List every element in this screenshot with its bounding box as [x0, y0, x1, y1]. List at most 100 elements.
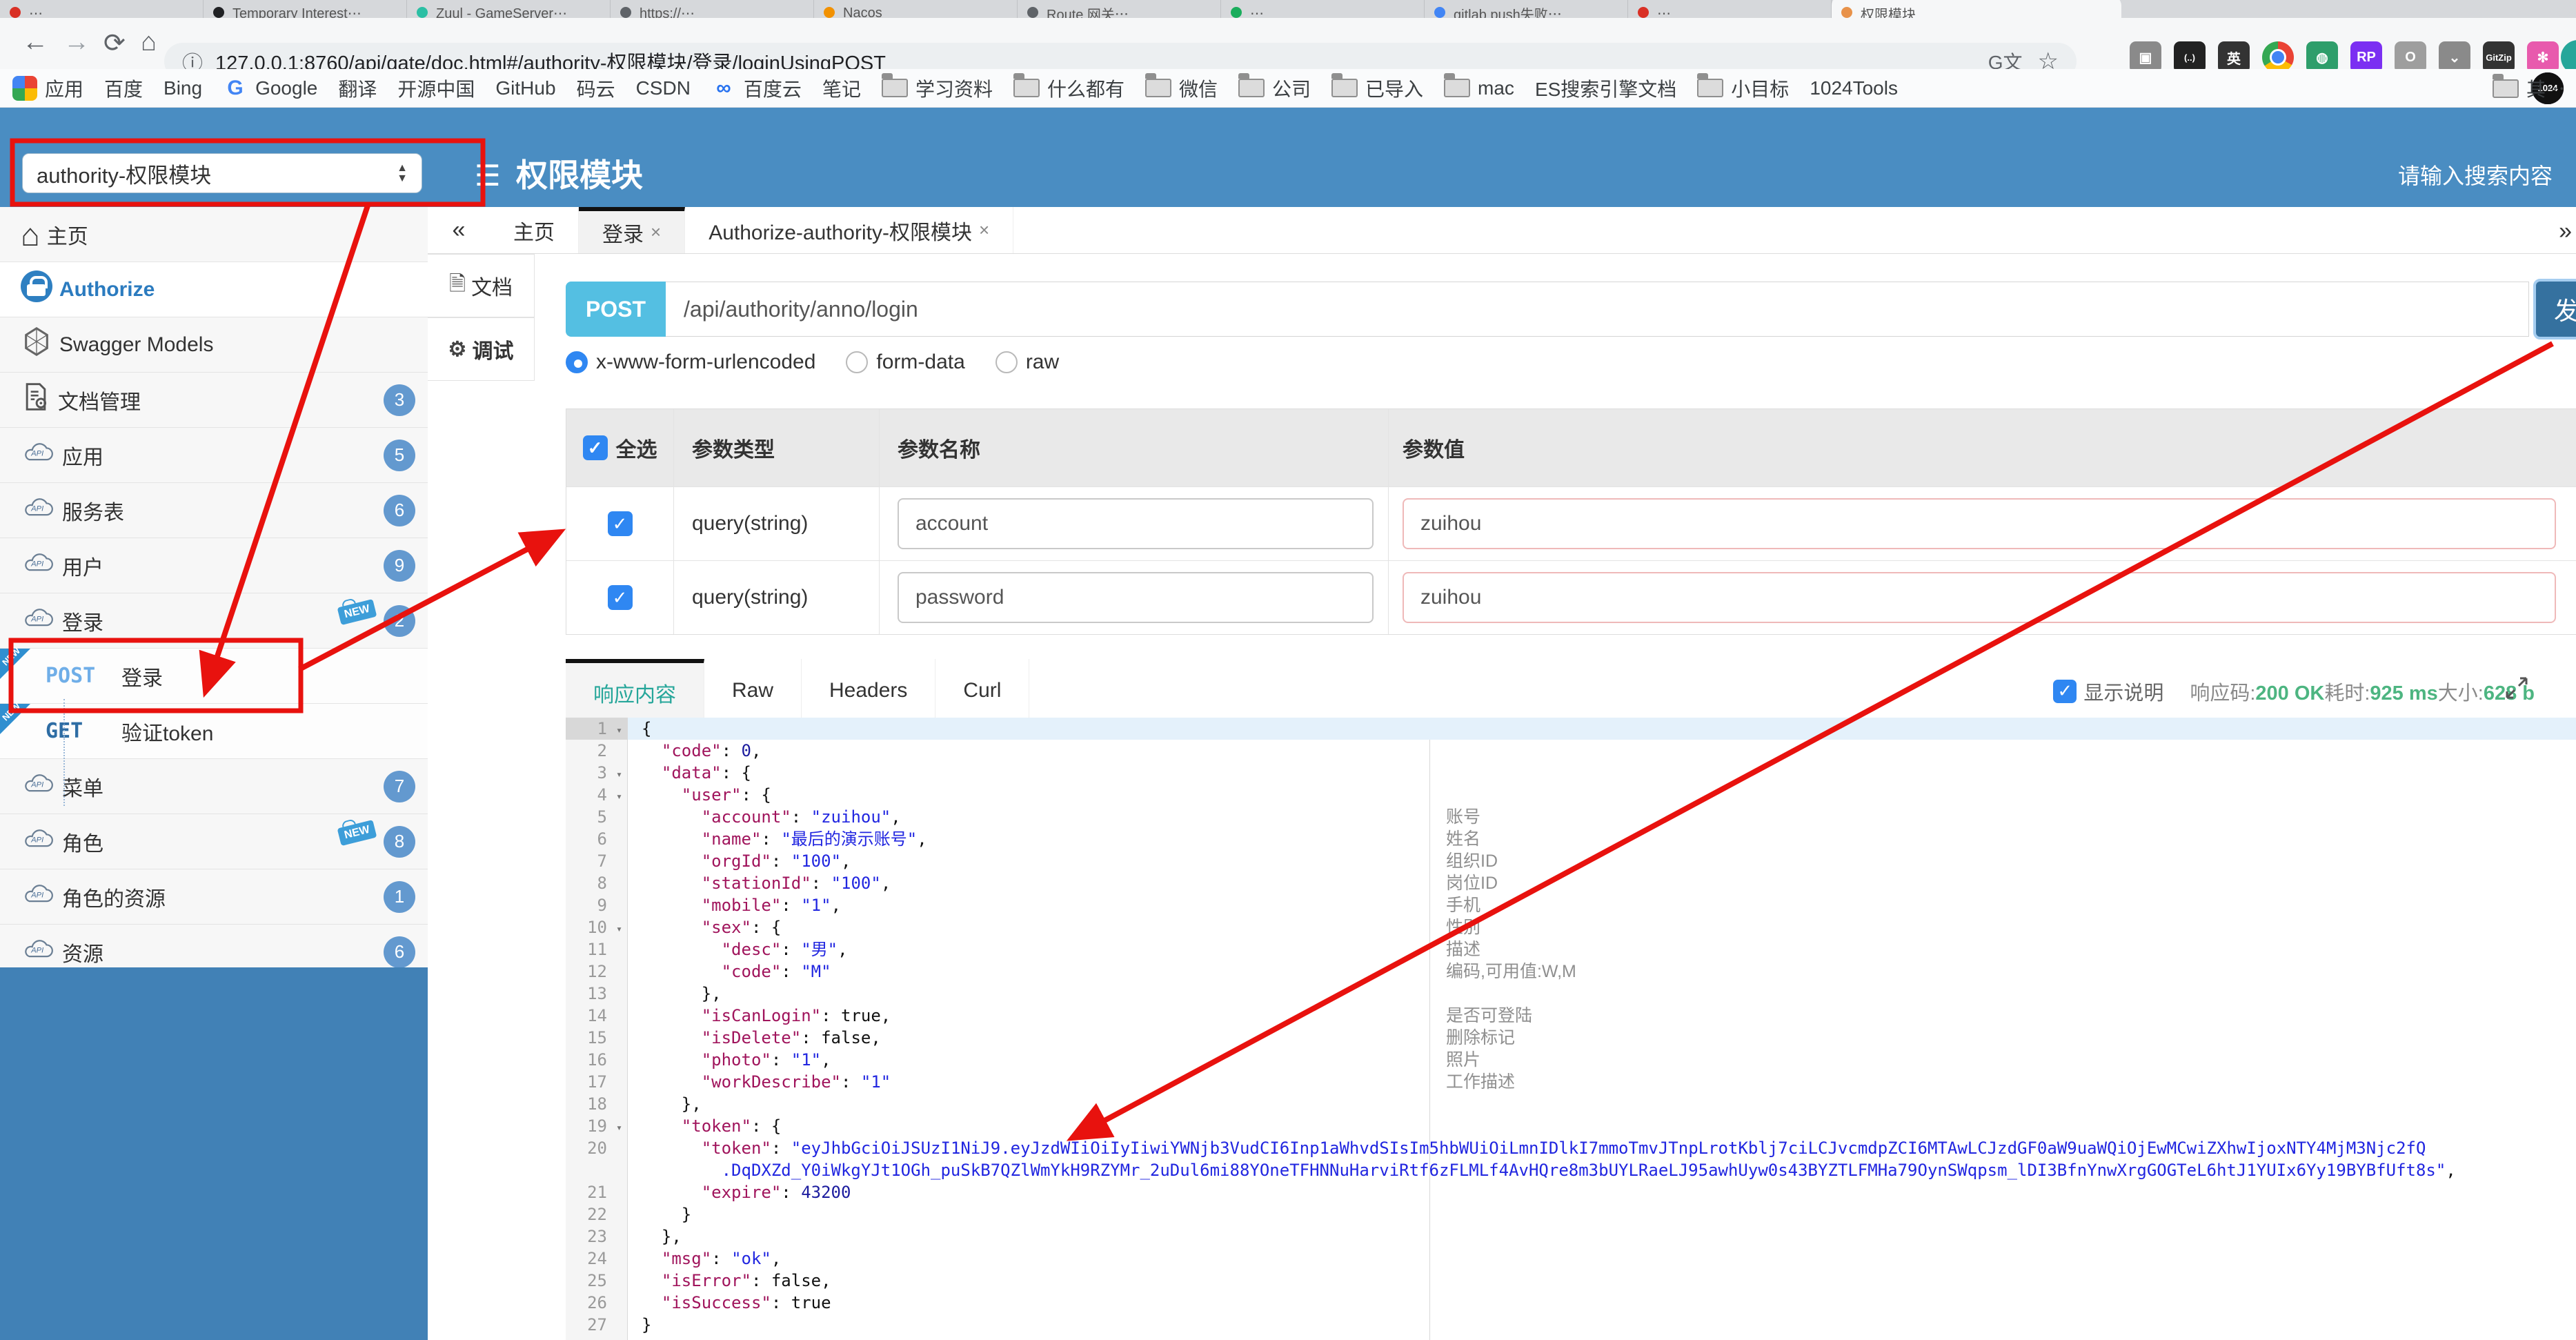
show-desc-checkbox[interactable]: ✓ [2053, 679, 2077, 703]
param-value-input[interactable] [1403, 572, 2556, 623]
row-checkbox[interactable]: ✓ [607, 511, 633, 536]
more-tabs-icon[interactable]: » [2559, 218, 2572, 245]
code-line: 4 ▾ "user": { [566, 784, 2576, 806]
sidebar-item[interactable]: API 角色的资源 1 [0, 869, 428, 925]
sidebar-item[interactable]: Authorize [0, 262, 428, 317]
side-tab-debug[interactable]: ⚙ 调试 [428, 317, 535, 381]
browser-tab-strip[interactable]: ⋯ Temporary Interest⋯ Zuul - GameServer⋯ ht… [0, 0, 2576, 18]
bookmark-item[interactable]: C开源中国 [397, 72, 2564, 104]
response-tab[interactable]: 响应内容 [566, 659, 704, 722]
body-type-option[interactable]: x-www-form-urlencoded [566, 351, 815, 374]
param-name-input[interactable] [898, 572, 1374, 623]
collapse-tabs-icon[interactable]: « [428, 207, 490, 253]
sidebar-item[interactable]: ⌂ 主页 [0, 207, 428, 262]
side-tab-doc[interactable]: 🗎 文档 [428, 254, 535, 317]
close-icon[interactable]: × [651, 221, 661, 243]
param-name-input[interactable] [898, 498, 1374, 549]
sidebar-item[interactable]: API 角色 NEW 8 [0, 814, 428, 869]
bookmark-item[interactable]: 学习资料 [881, 73, 993, 102]
bookmark-overflow[interactable]: 其⋯ [2492, 73, 2565, 102]
browser-tab[interactable]: Nacos [814, 0, 1018, 18]
cloud-icon: API [21, 551, 55, 581]
folder-icon [881, 73, 908, 97]
browser-tab[interactable]: gitlab push失败⋯ [1425, 0, 1628, 18]
bookmark-item[interactable]: 已导入 [1331, 73, 1423, 102]
sidebar-item[interactable]: API 服务表 6 [0, 483, 428, 538]
doc-tab[interactable]: 主页 [490, 207, 579, 253]
code-line: 5 "account": "zuihou", [566, 806, 2576, 828]
bookmark-item[interactable]: ∞ 百度云 [711, 75, 802, 102]
browser-tab[interactable]: ⋯ [0, 0, 204, 18]
sidebar-item[interactable]: Swagger Models [0, 317, 428, 373]
fold-icon[interactable]: ▾ [616, 1116, 622, 1139]
fold-icon[interactable]: ▾ [616, 763, 622, 785]
bookmark-item[interactable]: 什么都有 [1013, 73, 1124, 102]
bookmark-item[interactable]: CCSDN [636, 72, 2564, 104]
response-tabs[interactable]: 响应内容 Raw Headers Curl ✓ 显示说明 响应码:200 OK耗时:9… [566, 659, 2576, 723]
bookmark-item[interactable]: mac [1444, 73, 1514, 99]
tree-guide [63, 699, 65, 806]
param-value-input[interactable] [1403, 498, 2556, 549]
bookmark-item[interactable]: 百百度 [104, 72, 2564, 104]
send-button[interactable]: 发 [2533, 279, 2576, 339]
endpoint-path[interactable]: /api/authority/anno/login [666, 282, 2529, 337]
body-type-option[interactable]: raw [995, 351, 1059, 374]
fold-icon[interactable]: ▾ [616, 719, 622, 741]
bookmark-item[interactable]: GGitHub [495, 72, 2564, 104]
row-checkbox[interactable]: ✓ [607, 585, 633, 610]
header-search-input[interactable]: 请输入搜索内容 [2398, 159, 2553, 190]
tab-favicon [213, 7, 224, 18]
bookmark-item[interactable]: ESES搜索引擎文档 [1535, 72, 2564, 104]
expand-icon[interactable] [2504, 676, 2529, 706]
sidebar-item[interactable]: 文档管理 3 [0, 373, 428, 428]
bookmark-item[interactable]: 应用 [12, 75, 83, 102]
response-tab[interactable]: Raw [704, 659, 802, 722]
body-type-radios[interactable]: x-www-form-urlencoded form-data raw [566, 351, 1059, 374]
fold-icon[interactable]: ▾ [616, 918, 622, 940]
sidebar-op-post[interactable]: NEW POST 登录 [0, 645, 428, 704]
folder-icon [1013, 73, 1040, 97]
bookmark-item[interactable]: bBing [164, 72, 2564, 104]
bookmark-item[interactable]: G Google [223, 76, 317, 101]
browser-tab[interactable]: ⋯ [1221, 0, 1425, 18]
bookmark-item[interactable]: 1024 1024Tools [1810, 72, 2564, 104]
home-icon[interactable]: ⌂ [141, 28, 157, 57]
browser-tab[interactable]: 权限模块 [1832, 0, 2121, 18]
browser-tab[interactable]: Zuul - GameServer⋯ [407, 0, 611, 18]
doc-tab[interactable]: 登录 × [579, 207, 686, 253]
body-type-option[interactable]: form-data [846, 351, 965, 374]
back-icon[interactable]: ← [22, 28, 48, 57]
close-icon[interactable]: × [979, 219, 989, 241]
reload-icon[interactable]: ⟳ [103, 28, 126, 59]
response-tab[interactable]: Headers [802, 659, 936, 722]
sidebar-label: 菜单 [62, 777, 103, 800]
bookmarks-bar[interactable]: 应用百百度bBingG Google 译翻译C开源中国GGitHubG码云CCSDN… [0, 69, 2576, 108]
bookmark-item[interactable]: 译翻译 [338, 72, 2564, 104]
document-tabs[interactable]: « 主页 登录 × Authorize-authority-权限模块 × [428, 207, 2576, 254]
browser-tab[interactable]: https://⋯ [611, 0, 814, 18]
browser-tab[interactable]: Temporary Interest⋯ [204, 0, 407, 18]
forward-icon[interactable]: → [63, 28, 90, 57]
sidebar-item[interactable]: API 登录 NEW 2 [0, 593, 428, 649]
bookmark-item[interactable]: 公司 [1238, 73, 1311, 102]
response-tab[interactable]: Curl [935, 659, 1030, 722]
module-select[interactable]: authority-权限模块 ▲ ▼ [22, 153, 422, 193]
tab-favicon [10, 7, 21, 18]
doc-tab[interactable]: Authorize-authority-权限模块 × [685, 207, 1014, 253]
bookmark-item[interactable]: G码云 [577, 72, 2564, 104]
new-tag: NEW [337, 598, 377, 626]
browser-tab[interactable]: Route 网关⋯ [1018, 0, 1221, 18]
sidebar-item[interactable]: API 应用 5 [0, 428, 428, 483]
fold-icon[interactable]: ▾ [616, 785, 622, 807]
sidebar-item[interactable]: API 用户 9 [0, 538, 428, 593]
doc-debug-tabs[interactable]: 🗎 文档 ⚙ 调试 [428, 254, 535, 668]
bookmark-item[interactable]: ✎笔记 [822, 72, 2564, 104]
bookmark-item[interactable]: 小目标 [1697, 73, 1790, 102]
param-row: ✓ query(string) [566, 486, 2576, 560]
menu-icon[interactable]: ☰ [475, 159, 508, 193]
browser-tab[interactable]: ⋯ [1628, 0, 1832, 18]
folder-icon [1444, 73, 1471, 97]
select-all-checkbox[interactable]: ✓ [582, 435, 608, 460]
bookmark-item[interactable]: 微信 [1145, 73, 1218, 102]
bookmark-label: 小目标 [1731, 78, 1790, 100]
